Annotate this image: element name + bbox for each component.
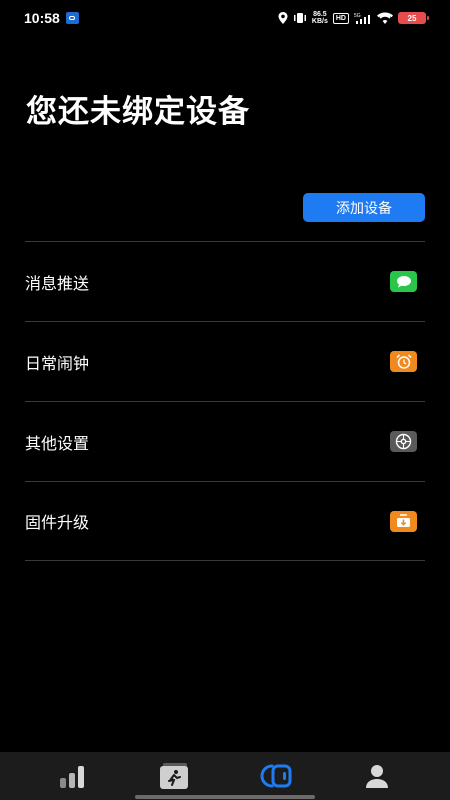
wifi-icon <box>377 12 393 24</box>
menu-item-firmware-update[interactable]: 固件升级 <box>25 481 425 561</box>
net-speed-unit: KB/s <box>311 18 328 25</box>
page-title: 您还未绑定设备 <box>26 94 250 130</box>
menu-item-label: 其他设置 <box>25 433 90 453</box>
tab-profile[interactable] <box>357 756 397 796</box>
menu-item-label: 消息推送 <box>25 273 90 293</box>
vibrate-icon <box>293 13 306 23</box>
status-indicators: 86.5 KB/s HD 5G 25 <box>278 11 429 25</box>
home-indicator[interactable] <box>135 795 315 799</box>
menu-item-label: 日常闹钟 <box>25 353 90 373</box>
hd-badge: HD <box>332 12 349 24</box>
alarm-clock-icon <box>390 351 417 372</box>
app-notification-icon <box>65 12 79 24</box>
menu-item-label: 固件升级 <box>25 513 90 532</box>
status-bar: 10:58 86.5 KB/s HD 5G 25 <box>0 0 450 36</box>
settings-menu-list: 消息推送 日常闹钟 其他设置 固件升级 <box>25 241 425 561</box>
net-speed-value: 86.5 <box>313 11 327 18</box>
settings-icon <box>390 431 417 452</box>
stats-bars-icon <box>59 766 84 788</box>
tab-device[interactable] <box>256 756 296 796</box>
device-watch-icon <box>260 764 292 788</box>
status-time: 10:58 <box>24 10 60 26</box>
add-device-button[interactable]: 添加设备 <box>303 193 425 222</box>
battery-icon: 25 <box>398 12 429 24</box>
menu-item-daily-alarm[interactable]: 日常闹钟 <box>25 321 425 401</box>
profile-icon <box>366 765 389 788</box>
network-speed: 86.5 KB/s <box>312 11 328 25</box>
tab-statistics[interactable] <box>53 756 93 796</box>
sport-run-icon <box>160 763 189 789</box>
tab-sport[interactable] <box>154 756 194 796</box>
firmware-update-icon <box>390 510 417 532</box>
menu-item-other-settings[interactable]: 其他设置 <box>25 401 425 481</box>
battery-level: 25 <box>407 13 417 23</box>
menu-item-message-push[interactable]: 消息推送 <box>25 241 425 321</box>
signal-label: 5G <box>354 13 361 19</box>
location-icon <box>278 12 288 24</box>
cellular-signal-icon: 5G <box>354 13 370 24</box>
message-icon <box>390 271 417 292</box>
bottom-nav <box>0 752 450 800</box>
